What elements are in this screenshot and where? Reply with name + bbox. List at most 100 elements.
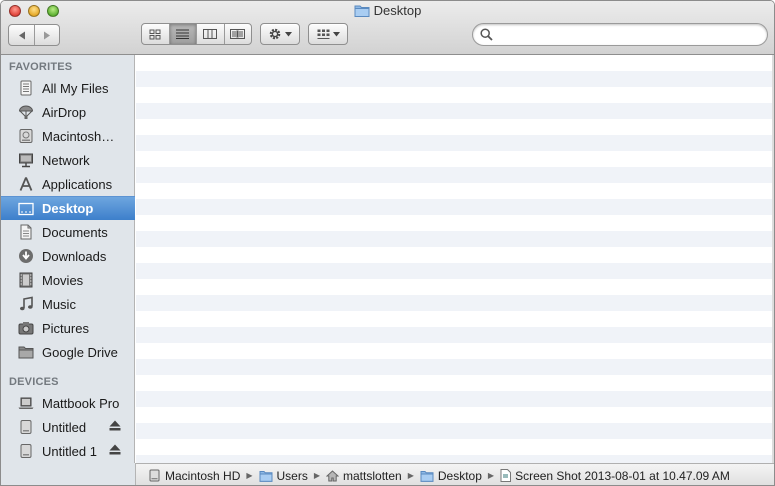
toolbar: Desktop: [1, 1, 774, 55]
home-icon: [326, 469, 340, 481]
folder-icon: [259, 470, 273, 482]
eject-icon[interactable]: [109, 420, 121, 431]
sidebar-item-label: Mattbook Pro: [42, 395, 120, 411]
pictures-icon: [17, 319, 35, 337]
column-view-button[interactable]: [197, 24, 225, 44]
sidebar-item-airdrop[interactable]: AirDrop: [1, 101, 135, 123]
gear-icon: [269, 28, 281, 40]
file-list[interactable]: [136, 55, 774, 463]
sidebar-item-documents[interactable]: Documents: [1, 221, 135, 243]
sidebar-item-label: Macintosh…: [42, 128, 115, 144]
image-file-icon: [500, 469, 512, 482]
sidebar-item-label: Applications: [42, 176, 113, 192]
path-item-label: Users: [276, 468, 308, 483]
sidebar-item-all-my-files[interactable]: All My Files: [1, 77, 135, 99]
all-files-icon: [17, 79, 35, 97]
search-field: [472, 23, 768, 46]
sidebar-item-untitled-1[interactable]: Untitled 1: [1, 440, 135, 462]
sidebar-item-untitled[interactable]: Untitled: [1, 416, 135, 438]
folder-icon: [17, 343, 35, 361]
forward-button[interactable]: [35, 25, 59, 45]
path-bar: Macintosh HD ▶ Users ▶ mattslotten ▶ Des…: [136, 463, 774, 485]
hard-drive-icon: [17, 127, 35, 145]
disk-icon: [17, 442, 35, 460]
favorites-header: FAVORITES: [9, 61, 73, 73]
view-mode-control: [141, 23, 252, 45]
path-separator-icon: ▶: [487, 471, 495, 480]
airdrop-icon: [17, 103, 35, 121]
desktop-icon: [17, 200, 35, 218]
path-separator-icon: ▶: [313, 471, 321, 480]
hard-drive-icon: [149, 469, 160, 482]
search-icon: [480, 28, 493, 41]
sidebar-item-label: AirDrop: [42, 104, 87, 120]
back-arrow-icon: [18, 31, 25, 39]
path-item-users[interactable]: Users: [259, 469, 308, 483]
path-separator-icon: ▶: [407, 471, 414, 480]
folder-icon: [354, 4, 370, 20]
sidebar-item-label: Music: [42, 296, 76, 312]
path-separator-icon: ▶: [246, 471, 253, 480]
search-input[interactable]: [497, 27, 757, 43]
icon-view-icon: [149, 29, 161, 39]
back-button[interactable]: [9, 25, 35, 45]
path-item-label: Macintosh HD: [165, 468, 241, 483]
path-item-screenshot[interactable]: Screen Shot 2013-08-01 at 10.47.09 AM: [500, 469, 730, 483]
sidebar-item-label: Movies: [42, 272, 84, 288]
path-item-macintosh-hd[interactable]: Macintosh HD: [148, 469, 240, 483]
sidebar-item-applications[interactable]: Applications: [1, 173, 135, 195]
window-title: Desktop: [1, 3, 774, 20]
cover-flow-icon: [230, 29, 246, 39]
folder-icon: [420, 470, 434, 482]
sidebar-item-pictures[interactable]: Pictures: [1, 317, 135, 339]
path-item-home[interactable]: mattslotten: [326, 469, 402, 483]
sidebar-item-desktop[interactable]: Desktop: [1, 196, 135, 220]
list-view-button[interactable]: [169, 24, 197, 44]
sidebar-item-music[interactable]: Music: [1, 293, 135, 315]
sidebar: FAVORITES All My Files AirDrop Macintosh…: [1, 55, 135, 463]
path-item-label: Desktop: [437, 468, 482, 483]
finder-window: Desktop FAVORITES All My Files AirDrop M…: [0, 0, 775, 486]
sidebar-item-mattbook-pro[interactable]: Mattbook Pro: [1, 392, 135, 414]
sidebar-item-label: Downloads: [42, 248, 107, 264]
laptop-icon: [17, 394, 35, 412]
sidebar-item-label: Untitled 1: [42, 443, 97, 459]
network-icon: [17, 151, 35, 169]
back-forward-control: [8, 24, 60, 46]
column-view-icon: [203, 29, 218, 39]
sidebar-footer: [1, 463, 136, 485]
sidebar-item-label: Untitled: [42, 419, 87, 435]
documents-icon: [17, 223, 35, 241]
chevron-down-icon: [285, 31, 292, 36]
forward-arrow-icon: [44, 31, 50, 39]
devices-header: DEVICES: [9, 376, 59, 388]
icon-view-button[interactable]: [142, 24, 170, 44]
sidebar-item-google-drive[interactable]: Google Drive: [1, 341, 135, 363]
sidebar-item-downloads[interactable]: Downloads: [1, 245, 135, 267]
eject-icon[interactable]: [109, 444, 121, 455]
sidebar-item-label: Pictures: [42, 320, 89, 336]
path-item-label: mattslotten: [343, 468, 402, 483]
arrange-grid-icon: [317, 29, 329, 39]
sidebar-item-network[interactable]: Network: [1, 149, 135, 171]
scrollbar-track[interactable]: [772, 55, 774, 463]
sidebar-item-macintosh[interactable]: Macintosh…: [1, 125, 135, 147]
sidebar-item-movies[interactable]: Movies: [1, 269, 135, 291]
movies-icon: [17, 271, 35, 289]
arrange-button[interactable]: [308, 23, 348, 45]
sidebar-item-label: Google Drive: [42, 344, 118, 360]
chevron-down-icon: [332, 31, 340, 36]
disk-icon: [17, 418, 35, 436]
sidebar-item-label: Desktop: [42, 201, 94, 216]
action-menu-button[interactable]: [260, 23, 300, 45]
sidebar-item-label: Documents: [42, 224, 108, 240]
list-view-icon: [176, 29, 190, 39]
path-item-label: Screen Shot 2013-08-01 at 10.47.09 AM: [515, 468, 730, 483]
sidebar-item-label: Network: [42, 152, 90, 168]
window-title-text: Desktop: [373, 3, 422, 18]
path-item-desktop[interactable]: Desktop: [420, 469, 482, 483]
cover-flow-button[interactable]: [225, 24, 252, 44]
applications-icon: [17, 175, 35, 193]
sidebar-item-label: All My Files: [42, 80, 109, 96]
downloads-icon: [17, 247, 35, 265]
